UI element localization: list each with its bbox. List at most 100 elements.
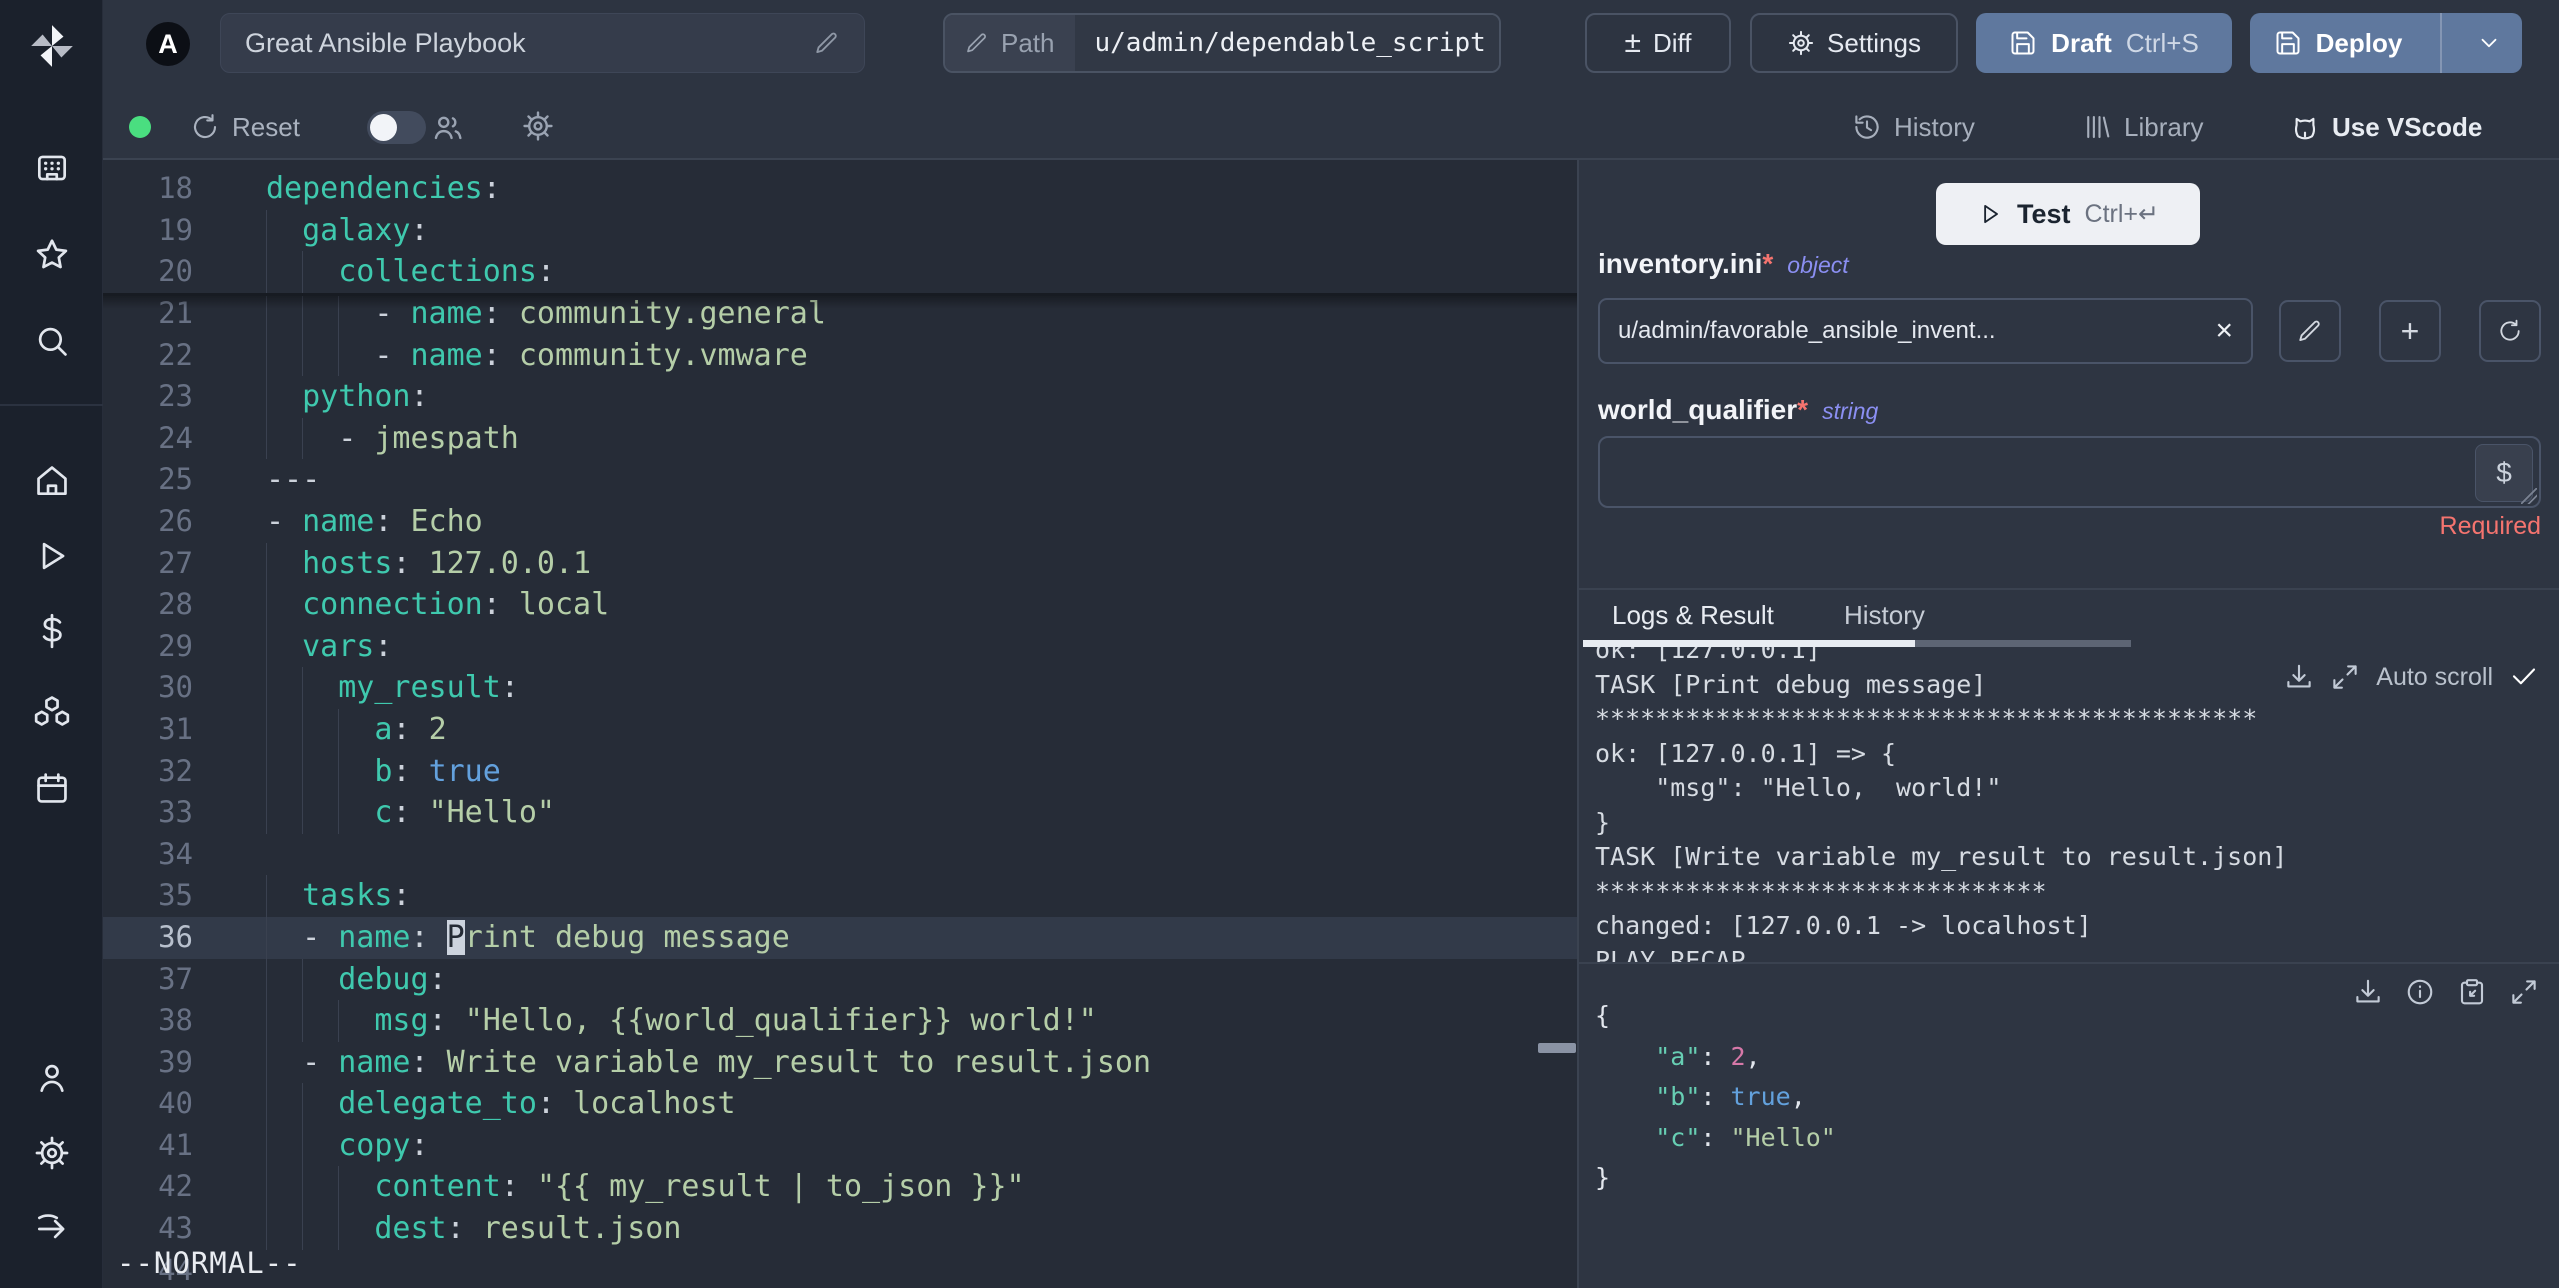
code-line[interactable]: 22 - name: community.vmware bbox=[103, 334, 1577, 377]
line-number: 19 bbox=[158, 212, 193, 247]
gear-icon bbox=[1788, 30, 1814, 56]
settings-button[interactable]: Settings bbox=[1750, 13, 1958, 73]
sidebar-item-logout logout-icon[interactable] bbox=[0, 1206, 103, 1252]
clipboard-icon[interactable] bbox=[2457, 977, 2487, 1007]
field-name: world_qualifier bbox=[1598, 394, 1798, 425]
sidebar-item-account person-icon[interactable] bbox=[0, 1055, 103, 1101]
field-type: string bbox=[1822, 398, 1879, 424]
sidebar-item-favorites star-icon[interactable] bbox=[0, 232, 103, 278]
sidebar-item-search search-icon[interactable] bbox=[0, 318, 103, 364]
windmill-logo-icon[interactable] bbox=[27, 21, 77, 71]
use-vscode-button[interactable]: Use VScode bbox=[2290, 103, 2482, 151]
expand-icon[interactable] bbox=[2509, 977, 2539, 1007]
line-number: 37 bbox=[158, 961, 193, 996]
diff-button[interactable]: ± Diff bbox=[1585, 13, 1731, 73]
library-icon bbox=[2087, 115, 2110, 139]
code-line[interactable]: 20 collections: bbox=[103, 251, 1577, 293]
code-line[interactable]: 34 bbox=[103, 834, 1577, 876]
sidebar-item-schedules calendar-icon[interactable] bbox=[0, 765, 103, 811]
code-line[interactable]: 18 dependencies: bbox=[103, 168, 1577, 210]
code-line[interactable]: 31 a: 2 bbox=[103, 708, 1577, 751]
tab-logs-result[interactable]: Logs & Result bbox=[1612, 600, 1774, 631]
deploy-button-group: Deploy bbox=[2250, 13, 2522, 73]
script-title-input[interactable]: Great Ansible Playbook bbox=[220, 13, 865, 73]
editor-scrollbar-thumb[interactable] bbox=[1538, 1043, 1576, 1053]
edit-title-pencil-icon[interactable] bbox=[814, 30, 840, 56]
refresh-resource-button refresh-icon[interactable] bbox=[2479, 300, 2541, 362]
code-line[interactable]: 19 galaxy: bbox=[103, 209, 1577, 252]
sidebar-item-settings gear-icon[interactable] bbox=[0, 1130, 103, 1176]
line-number: 34 bbox=[158, 836, 193, 871]
code-editor[interactable]: 18 dependencies: 19 galaxy: 20 collections:… bbox=[103, 160, 1577, 1288]
code-line[interactable]: 29 vars: bbox=[103, 625, 1577, 668]
sidebar-item-home home-icon[interactable] bbox=[0, 458, 103, 504]
tab-history[interactable]: History bbox=[1844, 600, 1925, 631]
add-resource-button plus-icon[interactable]: + bbox=[2379, 300, 2441, 362]
code-line[interactable]: 39 - name: Write variable my_result to r… bbox=[103, 1041, 1577, 1084]
info-icon[interactable] bbox=[2405, 977, 2435, 1007]
diff-mode-toggle[interactable] bbox=[367, 111, 426, 144]
code-line[interactable]: 33 c: "Hello" bbox=[103, 792, 1577, 834]
code-line[interactable]: 26- name: Echo bbox=[103, 501, 1577, 543]
reset-button[interactable]: Reset bbox=[190, 103, 300, 151]
code-line[interactable]: 24 - jmespath bbox=[103, 417, 1577, 460]
edit-resource-button pencil-icon[interactable] bbox=[2279, 300, 2341, 362]
clear-icon[interactable]: × bbox=[2201, 314, 2233, 348]
toggle-knob bbox=[370, 114, 397, 141]
auto-scroll-label[interactable]: Auto scroll bbox=[2376, 663, 2493, 692]
sidebar-item-variables dollar-icon[interactable] bbox=[0, 608, 103, 654]
code-line[interactable]: 44 bbox=[103, 1250, 1577, 1288]
line-number: 42 bbox=[158, 1169, 193, 1204]
code-line[interactable]: 42 content: "{{ my_result | to_json }}" bbox=[103, 1166, 1577, 1209]
active-tab-indicator bbox=[1583, 640, 1915, 647]
code-line[interactable]: 36 - name: Print debug message bbox=[103, 916, 1577, 959]
result-divider bbox=[1579, 962, 2559, 964]
save-draft-button[interactable]: Draft Ctrl+S bbox=[1976, 13, 2232, 73]
field-label-inventory: inventory.ini* object bbox=[1598, 248, 1849, 280]
line-number: 33 bbox=[158, 795, 193, 830]
code-line[interactable]: 25 --- bbox=[103, 459, 1577, 501]
result-toolbar bbox=[2353, 977, 2539, 1007]
code-line[interactable]: 23 python: bbox=[103, 376, 1577, 418]
log-output[interactable]: ok: [127.0.0.1] TASK [Print debug messag… bbox=[1579, 647, 2559, 962]
ansible-avatar: A bbox=[146, 22, 190, 66]
code-line[interactable]: 43 dest: result.json bbox=[103, 1208, 1577, 1250]
world-qualifier-textarea[interactable]: $ bbox=[1598, 436, 2541, 508]
expand-icon[interactable] bbox=[2330, 662, 2360, 692]
test-button[interactable]: Test Ctrl+↵ bbox=[1936, 183, 2200, 245]
line-number: 36 bbox=[158, 919, 193, 954]
editor-settings-button gear-icon[interactable] bbox=[521, 109, 555, 143]
code-line[interactable]: 32 b: true bbox=[103, 750, 1577, 793]
save-icon bbox=[2276, 31, 2300, 55]
code-line[interactable]: 35 tasks: bbox=[103, 875, 1577, 917]
collaborators-button users-icon[interactable] bbox=[431, 111, 465, 145]
download-icon[interactable] bbox=[2284, 662, 2314, 692]
dollar-label: $ bbox=[2496, 457, 2512, 488]
sidebar-item-resources boxes-icon[interactable] bbox=[0, 688, 103, 734]
code-line[interactable]: 41 copy: bbox=[103, 1124, 1577, 1167]
pencil-icon bbox=[967, 33, 986, 53]
line-number: 39 bbox=[158, 1044, 193, 1079]
download-icon[interactable] bbox=[2353, 977, 2383, 1007]
code-line[interactable]: 30 my_result: bbox=[103, 667, 1577, 709]
code-line[interactable]: 27 hosts: 127.0.0.1 bbox=[103, 542, 1577, 585]
inventory-resource-input[interactable]: u/admin/favorable_ansible_invent... × bbox=[1598, 298, 2253, 364]
sidebar-item-runs play-icon[interactable] bbox=[0, 533, 103, 579]
deploy-button[interactable]: Deploy bbox=[2250, 13, 2426, 73]
code-line[interactable]: 28 connection: local bbox=[103, 584, 1577, 626]
deploy-dropdown-button[interactable] bbox=[2456, 13, 2522, 73]
line-number: 29 bbox=[158, 628, 193, 663]
sidebar-divider bbox=[0, 404, 103, 406]
library-button[interactable]: Library bbox=[2082, 103, 2203, 151]
history-button[interactable]: History bbox=[1852, 103, 1975, 151]
test-shortcut: Ctrl+↵ bbox=[2084, 200, 2159, 228]
code-line[interactable]: 40 delegate_to: localhost bbox=[103, 1083, 1577, 1125]
path-button[interactable]: Path u/admin/dependable_script bbox=[943, 13, 1501, 73]
sidebar-item-workspace building-icon[interactable] bbox=[0, 145, 103, 191]
resize-grip[interactable] bbox=[2521, 488, 2537, 504]
code-line[interactable]: 38 msg: "Hello, {{world_qualifier}} worl… bbox=[103, 1000, 1577, 1042]
log-scroll-indicator[interactable] bbox=[1915, 640, 2131, 647]
left-sidebar bbox=[0, 0, 103, 1288]
result-json-viewer[interactable]: { "a": 2, "b": true, "c": "Hello"} bbox=[1595, 996, 1836, 1199]
code-line[interactable]: 37 debug: bbox=[103, 958, 1577, 1001]
